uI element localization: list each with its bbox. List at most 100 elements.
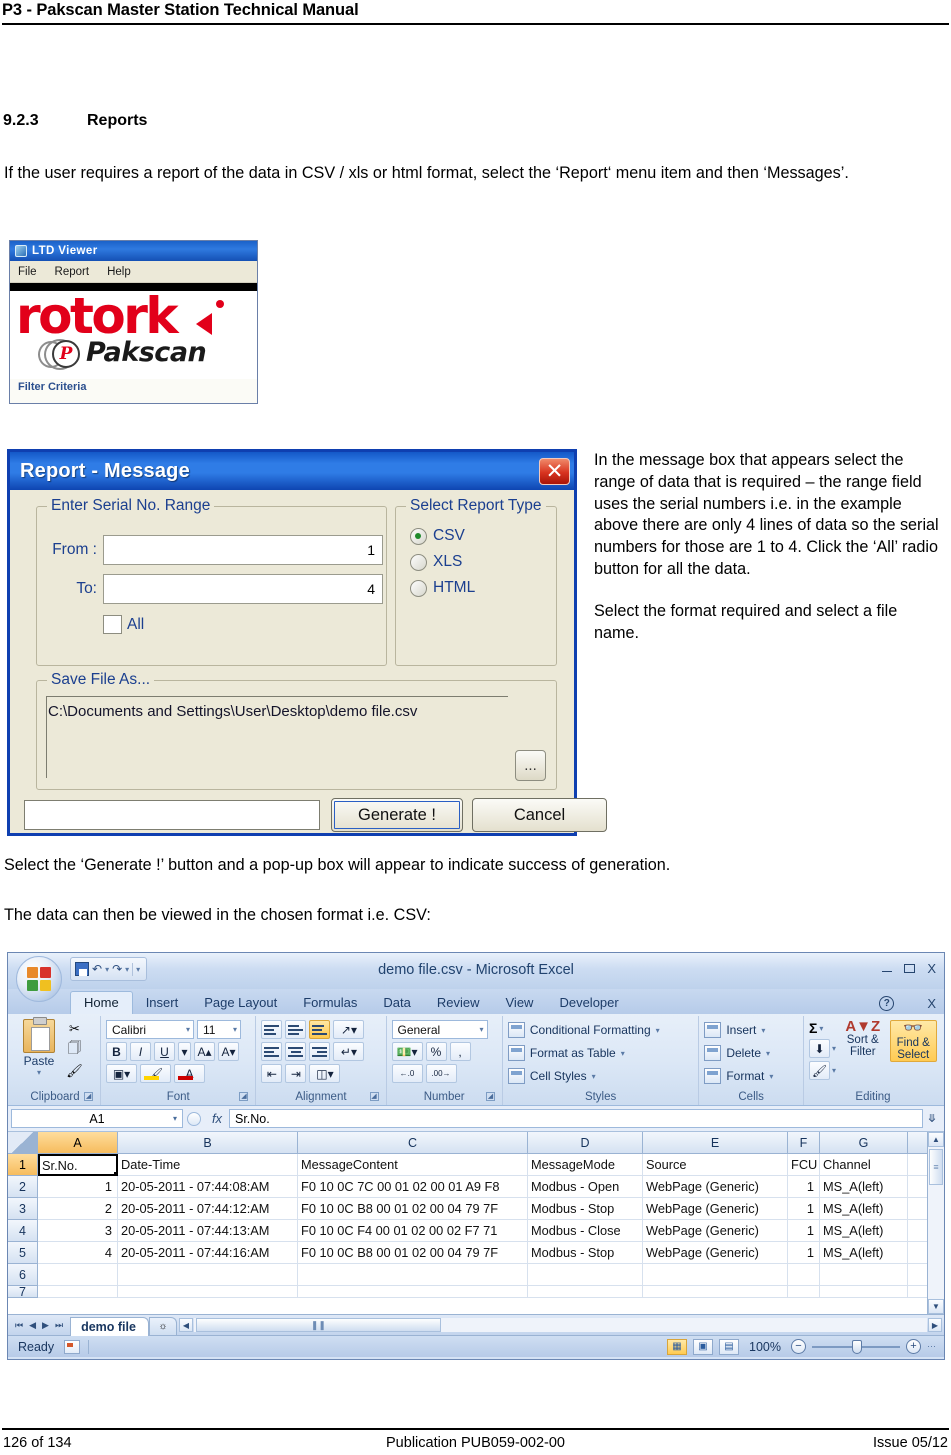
find-select-button[interactable]: 👓 Find & Select	[889, 1020, 937, 1062]
cell-f1[interactable]: FCU	[788, 1154, 820, 1176]
zoom-slider-thumb[interactable]	[852, 1339, 862, 1354]
cell-a5[interactable]: 4	[38, 1242, 118, 1264]
page-break-view-icon[interactable]: ▤	[719, 1338, 740, 1355]
horizontal-scrollbar[interactable]: ◀ ❚❚ ▶	[177, 1318, 944, 1332]
scroll-down-icon[interactable]: ▼	[928, 1299, 944, 1314]
first-sheet-icon[interactable]: ⏮	[15, 1320, 23, 1331]
excel-ribbon-tabs[interactable]: Home Insert Page Layout Formulas Data Re…	[8, 989, 944, 1014]
name-box[interactable]: A1 ▾	[11, 1109, 183, 1128]
cell-g2[interactable]: MS_A(left)	[820, 1176, 908, 1198]
radio-csv-indicator[interactable]	[410, 527, 427, 545]
cell-a2[interactable]: 1	[38, 1176, 118, 1198]
next-sheet-icon[interactable]: ▶	[42, 1320, 49, 1331]
increase-decimal-icon[interactable]: ←.0	[391, 1064, 423, 1083]
radio-html-indicator[interactable]	[410, 579, 427, 597]
bold-button[interactable]: B	[106, 1042, 128, 1061]
bottom-align-icon[interactable]	[309, 1020, 331, 1039]
cell-f4[interactable]: 1	[788, 1220, 820, 1242]
radio-xls[interactable]: XLS	[410, 553, 475, 571]
help-icon[interactable]: ?	[879, 996, 895, 1011]
paste-button[interactable]: Paste ▾	[15, 1017, 63, 1077]
last-sheet-icon[interactable]: ⏭	[55, 1320, 63, 1331]
clear-caret-icon[interactable]: ▾	[832, 1066, 836, 1075]
column-header-d[interactable]: D	[528, 1132, 643, 1153]
fill-button[interactable]: ⬇ ▾	[809, 1039, 836, 1058]
dialog-status-input[interactable]	[24, 800, 320, 830]
cell-c1[interactable]: MessageContent	[298, 1154, 528, 1176]
cut-icon[interactable]: ✂	[65, 1020, 84, 1038]
cell-e5[interactable]: WebPage (Generic)	[643, 1242, 788, 1264]
cell-c2[interactable]: F0 10 0C 7C 00 01 02 00 01 A9 F8	[298, 1176, 528, 1198]
sheet-tab-demo-file[interactable]: demo file	[70, 1316, 149, 1336]
clear-button[interactable]: 🖌 ▾	[809, 1061, 836, 1080]
font-size-combo[interactable]: 11 ▾	[197, 1020, 242, 1039]
resize-grip-icon[interactable]: ⋯	[927, 1341, 936, 1352]
increase-indent-icon[interactable]: ⇥	[285, 1064, 307, 1083]
cell-b6[interactable]	[118, 1264, 298, 1286]
italic-button[interactable]: I	[130, 1042, 152, 1061]
cell-e3[interactable]: WebPage (Generic)	[643, 1198, 788, 1220]
comma-style-icon[interactable]: ,	[449, 1042, 471, 1061]
number-format-caret-icon[interactable]: ▾	[479, 1025, 483, 1034]
font-size-caret-icon[interactable]: ▾	[233, 1025, 237, 1034]
tab-view[interactable]: View	[493, 992, 547, 1014]
cell-c6[interactable]	[298, 1264, 528, 1286]
autosum-caret-icon[interactable]: ▾	[819, 1024, 823, 1033]
font-dialog-launcher-icon[interactable]: ◢	[239, 1092, 249, 1101]
cell-e6[interactable]	[643, 1264, 788, 1286]
tab-data[interactable]: Data	[370, 992, 423, 1014]
prev-sheet-icon[interactable]: ◀	[29, 1320, 36, 1331]
cell-a3[interactable]: 2	[38, 1198, 118, 1220]
menu-item-report[interactable]: Report	[55, 266, 90, 278]
insert-cells-button[interactable]: Insert ▾	[704, 1020, 765, 1040]
page-layout-view-icon[interactable]: ▣	[693, 1338, 714, 1355]
close-icon[interactable]: ✕	[539, 457, 570, 485]
cell-a7[interactable]	[38, 1286, 118, 1298]
row-header-7[interactable]: 7	[8, 1285, 38, 1299]
cell-e2[interactable]: WebPage (Generic)	[643, 1176, 788, 1198]
hscroll-left-icon[interactable]: ◀	[178, 1318, 193, 1332]
radio-html[interactable]: HTML	[410, 579, 475, 597]
zoom-slider[interactable]	[812, 1339, 900, 1354]
vertical-scrollbar[interactable]: ▲ ≡ ▼	[927, 1132, 944, 1314]
borders-icon[interactable]: ▣▾	[106, 1064, 138, 1083]
tab-developer[interactable]: Developer	[546, 992, 631, 1014]
column-header-e[interactable]: E	[643, 1132, 788, 1153]
excel-doc-window-buttons[interactable]: ? X	[879, 996, 936, 1011]
normal-view-icon[interactable]: ▦	[667, 1338, 688, 1355]
insert-worksheet-icon[interactable]: ☼	[148, 1317, 177, 1335]
cell-d3[interactable]: Modbus - Stop	[528, 1198, 643, 1220]
cell-c3[interactable]: F0 10 0C B8 00 01 02 00 04 79 7F	[298, 1198, 528, 1220]
underline-caret-icon[interactable]: ▾	[178, 1042, 192, 1061]
accounting-format-icon[interactable]: 💵▾	[391, 1042, 423, 1061]
format-cells-caret-icon[interactable]: ▾	[769, 1072, 773, 1081]
cell-d7[interactable]	[528, 1286, 643, 1298]
row-header-3[interactable]: 3	[8, 1198, 38, 1220]
cell-b4[interactable]: 20-05-2011 - 07:44:13:AM	[118, 1220, 298, 1242]
grow-font-icon[interactable]: A▴	[194, 1042, 216, 1061]
cell-d6[interactable]	[528, 1264, 643, 1286]
format-as-table-caret-icon[interactable]: ▾	[621, 1049, 625, 1058]
expand-formula-bar-icon[interactable]: ⤋	[923, 1112, 941, 1125]
column-header-c[interactable]: C	[298, 1132, 528, 1153]
cell-f6[interactable]	[788, 1264, 820, 1286]
font-color-icon[interactable]: A	[174, 1064, 206, 1083]
row-header-6[interactable]: 6	[8, 1264, 38, 1286]
cell-e7[interactable]	[643, 1286, 788, 1298]
format-cells-button[interactable]: Format ▾	[704, 1066, 773, 1086]
close-icon[interactable]: X	[927, 961, 936, 976]
formula-input[interactable]: Sr.No.	[229, 1109, 923, 1128]
cell-g5[interactable]: MS_A(left)	[820, 1242, 908, 1264]
cell-e4[interactable]: WebPage (Generic)	[643, 1220, 788, 1242]
cell-b3[interactable]: 20-05-2011 - 07:44:12:AM	[118, 1198, 298, 1220]
cell-b7[interactable]	[118, 1286, 298, 1298]
cell-c7[interactable]	[298, 1286, 528, 1298]
tab-page-layout[interactable]: Page Layout	[191, 992, 290, 1014]
menu-item-help[interactable]: Help	[107, 266, 131, 278]
column-header-b[interactable]: B	[118, 1132, 298, 1153]
restore-icon[interactable]	[904, 964, 916, 973]
insert-cells-caret-icon[interactable]: ▾	[761, 1026, 765, 1035]
paste-caret-icon[interactable]: ▾	[37, 1068, 41, 1077]
copy-icon[interactable]: 🗍	[65, 1040, 84, 1059]
cell-c4[interactable]: F0 10 0C F4 00 01 02 00 02 F7 71	[298, 1220, 528, 1242]
